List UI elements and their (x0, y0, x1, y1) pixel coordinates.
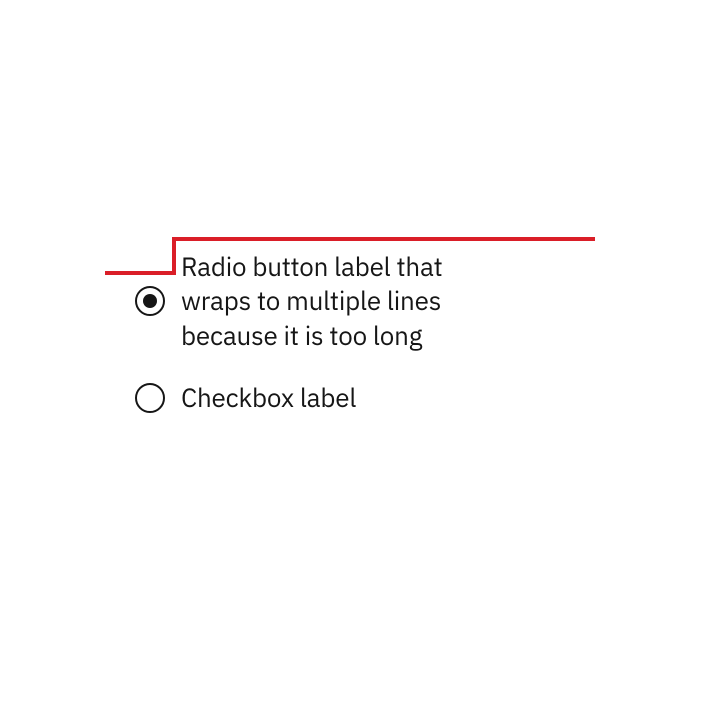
radio-button-unchecked-icon[interactable] (135, 383, 165, 413)
radio-item-2[interactable]: Checkbox label (135, 381, 595, 415)
radio-group: Radio button label that wraps to multipl… (135, 250, 595, 443)
radio-label-1: Radio button label that wraps to multipl… (181, 250, 491, 353)
radio-button-checked-icon[interactable] (135, 286, 165, 316)
radio-label-2: Checkbox label (181, 381, 356, 415)
radio-item-1[interactable]: Radio button label that wraps to multipl… (135, 250, 595, 353)
